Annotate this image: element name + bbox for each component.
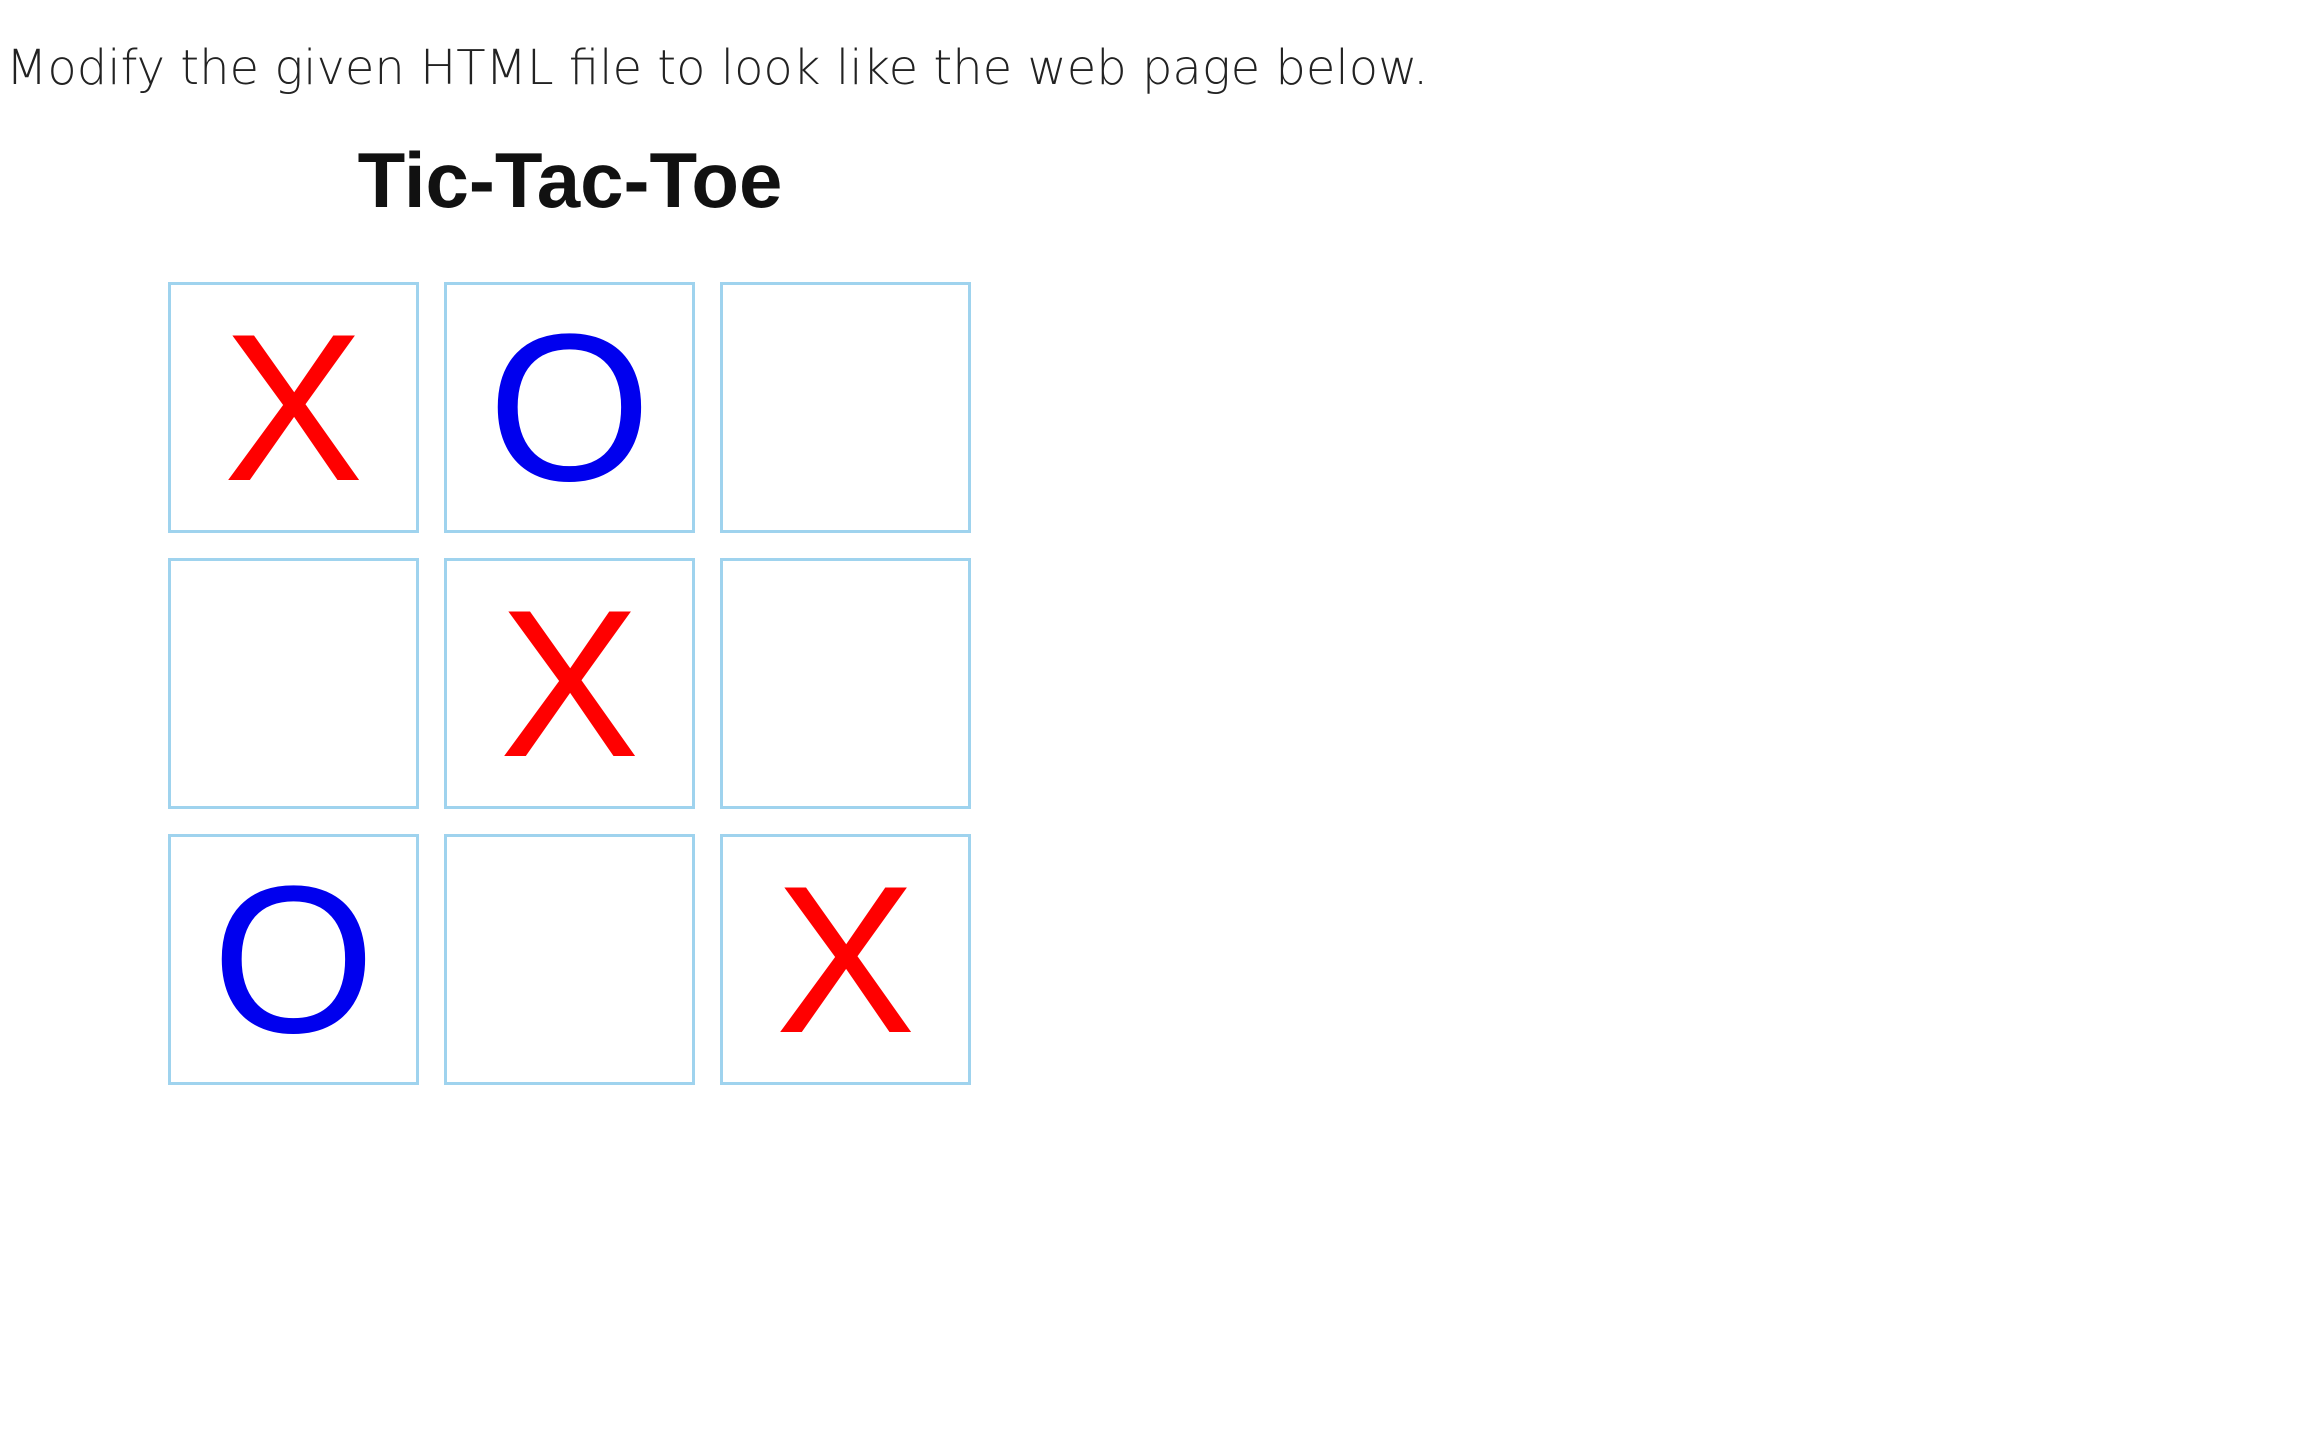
board-cell-r2-c3[interactable] — [720, 558, 971, 809]
board-cell-r1-c2[interactable]: O — [444, 282, 695, 533]
board-cell-r1-c1[interactable]: X — [168, 282, 419, 533]
cell-mark: X — [223, 289, 364, 525]
instruction-text: Modify the given HTML file to look like … — [6, 40, 1429, 96]
cell-mark: X — [499, 565, 640, 801]
cell-mark: X — [775, 841, 916, 1077]
board-cell-r2-c2[interactable]: X — [444, 558, 695, 809]
cell-mark: O — [211, 841, 376, 1077]
board-cell-r3-c1[interactable]: O — [168, 834, 419, 1085]
game-title: Tic-Tac-Toe — [357, 136, 783, 224]
tic-tac-toe-board: X O X O X — [168, 282, 971, 1085]
board-cell-r3-c3[interactable]: X — [720, 834, 971, 1085]
cell-mark: O — [487, 289, 652, 525]
board-cell-r2-c1[interactable] — [168, 558, 419, 809]
board-cell-r1-c3[interactable] — [720, 282, 971, 533]
board-cell-r3-c2[interactable] — [444, 834, 695, 1085]
